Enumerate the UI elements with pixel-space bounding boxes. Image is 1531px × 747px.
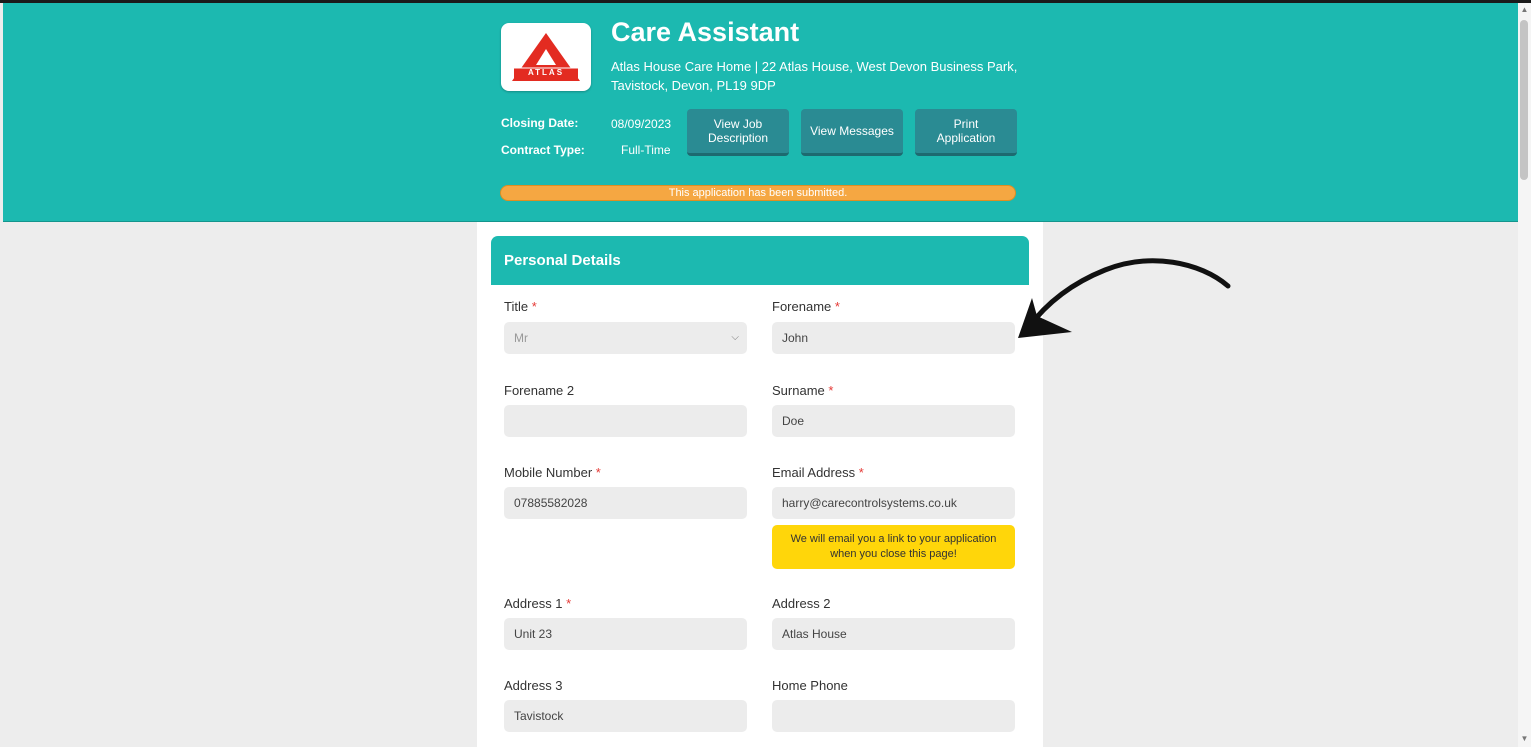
required-marker: * — [858, 465, 864, 480]
home-phone-input[interactable] — [772, 700, 1015, 732]
forename2-input[interactable] — [504, 405, 747, 437]
personal-details-heading: Personal Details — [491, 236, 1029, 285]
address3-input[interactable]: Tavistock — [504, 700, 747, 732]
closing-date-value: 08/09/2023 — [611, 117, 672, 131]
forename-input[interactable]: John — [772, 322, 1015, 354]
annotation-arrow-icon — [1018, 258, 1231, 338]
email-link-notice: We will email you a link to your applica… — [772, 525, 1015, 569]
address2-label: Address 2 — [772, 596, 831, 611]
surname-label: Surname * — [772, 383, 834, 398]
closing-date-label: Closing Date: — [501, 116, 579, 130]
required-marker: * — [531, 299, 537, 314]
job-title: Care Assistant — [611, 17, 800, 47]
chevron-down-icon: ⌵ — [731, 332, 739, 343]
logo-text: ATLAS — [527, 68, 565, 77]
required-marker: * — [834, 299, 840, 314]
address3-label: Address 3 — [504, 678, 563, 693]
required-marker: * — [595, 465, 601, 480]
submission-status-banner: This application has been submitted. — [500, 185, 1016, 201]
contract-type-label: Contract Type: — [501, 143, 585, 157]
address1-input[interactable]: Unit 23 — [504, 618, 747, 650]
email-address-input[interactable]: harry@carecontrolsystems.co.uk — [772, 487, 1015, 519]
surname-input[interactable]: Doe — [772, 405, 1015, 437]
address2-input[interactable]: Atlas House — [772, 618, 1015, 650]
scroll-down-icon[interactable]: ▼ — [1519, 734, 1530, 743]
print-application-button[interactable]: Print Application — [915, 109, 1017, 156]
mobile-number-input[interactable]: 07885582028 — [504, 487, 747, 519]
home-phone-label: Home Phone — [772, 678, 848, 693]
address1-label: Address 1 * — [504, 596, 572, 611]
email-address-label: Email Address * — [772, 465, 864, 480]
view-job-description-button[interactable]: View Job Description — [687, 109, 789, 156]
required-marker: * — [566, 596, 572, 611]
company-logo: ATLAS — [501, 23, 591, 91]
form-panel — [477, 222, 1043, 747]
required-marker: * — [828, 383, 834, 398]
title-select[interactable]: Mr ⌵ — [504, 322, 747, 354]
scrollbar-thumb[interactable] — [1520, 20, 1528, 180]
job-address: Atlas House Care Home | 22 Atlas House, … — [611, 59, 1018, 93]
mobile-number-label: Mobile Number * — [504, 465, 601, 480]
forename-label: Forename * — [772, 299, 840, 314]
title-label: Title * — [504, 299, 537, 314]
view-messages-button[interactable]: View Messages — [801, 109, 903, 156]
scroll-up-icon[interactable]: ▲ — [1519, 5, 1530, 14]
contract-type-value: Full-Time — [621, 143, 671, 157]
forename2-label: Forename 2 — [504, 383, 575, 398]
